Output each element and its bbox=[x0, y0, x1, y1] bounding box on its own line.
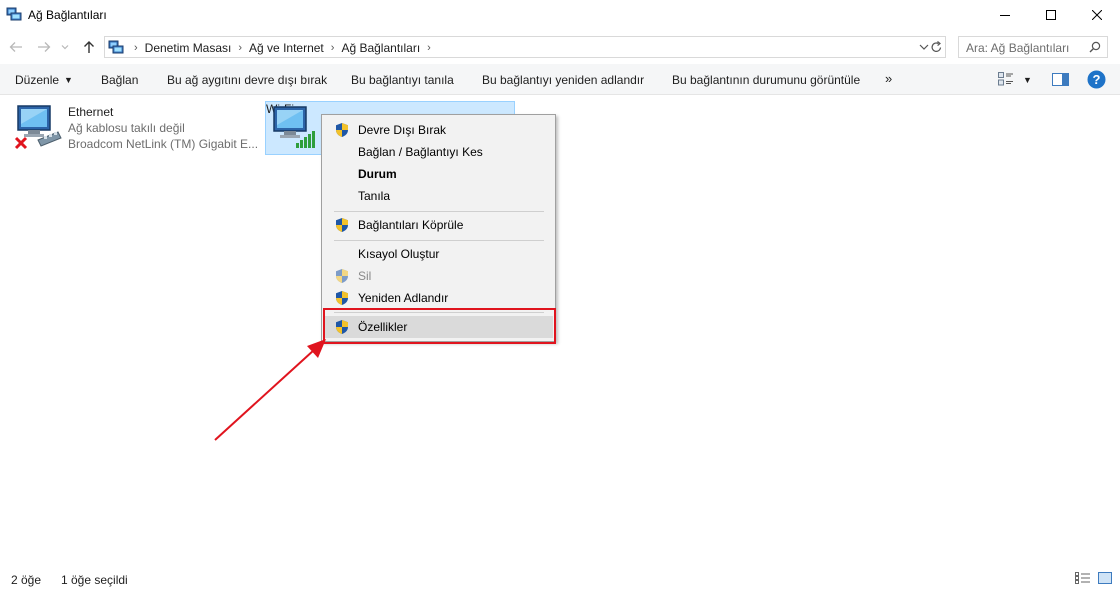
maximize-icon bbox=[1046, 10, 1056, 20]
uac-shield-icon bbox=[336, 123, 348, 137]
navigation-bar: › Denetim Masası › Ağ ve Internet › Ağ B… bbox=[0, 32, 1120, 62]
uac-shield-icon bbox=[336, 218, 348, 232]
recent-locations-button[interactable] bbox=[58, 36, 72, 58]
breadcrumb-separator[interactable]: › bbox=[238, 42, 242, 54]
breadcrumb-separator[interactable]: › bbox=[427, 42, 431, 54]
refresh-button[interactable] bbox=[930, 40, 943, 57]
close-button[interactable] bbox=[1074, 0, 1120, 30]
wifi-signal-icon bbox=[273, 106, 315, 148]
menu-item-disable[interactable]: Devre Dışı Bırak bbox=[324, 119, 553, 141]
details-view-icon[interactable] bbox=[1075, 572, 1091, 584]
minimize-icon bbox=[1000, 15, 1010, 16]
preview-pane-icon[interactable] bbox=[1052, 73, 1069, 86]
address-dropdown-button[interactable] bbox=[919, 40, 929, 57]
network-connections-icon bbox=[108, 40, 124, 54]
connection-name: Ethernet bbox=[68, 105, 114, 119]
breadcrumb-item-control-panel[interactable]: Denetim Masası bbox=[145, 41, 232, 55]
menu-item-diagnose[interactable]: Tanıla bbox=[324, 185, 553, 207]
menu-item-label: Durum bbox=[358, 167, 397, 181]
menu-item-rename[interactable]: Yeniden Adlandır bbox=[324, 287, 553, 309]
menu-item-label: Sil bbox=[358, 269, 372, 283]
menu-item-label: Devre Dışı Bırak bbox=[358, 123, 447, 137]
diagnose-button[interactable]: Bu bağlantıyı tanıla bbox=[351, 73, 454, 87]
uac-shield-icon bbox=[336, 291, 348, 305]
refresh-icon bbox=[931, 41, 942, 52]
caret-down-icon: ▼ bbox=[64, 75, 73, 85]
connection-status: Ağ kablosu takılı değil bbox=[68, 121, 185, 135]
chevron-down-icon bbox=[919, 44, 929, 50]
connect-button[interactable]: Bağlan bbox=[101, 73, 138, 87]
breadcrumb-item-network-internet[interactable]: Ağ ve Internet bbox=[249, 41, 324, 55]
menu-separator bbox=[334, 240, 544, 241]
breadcrumb: › Denetim Masası › Ağ ve Internet › Ağ B… bbox=[127, 41, 438, 55]
connection-item-ethernet[interactable]: Ethernet Ağ kablosu takılı değil Broadco… bbox=[12, 100, 262, 156]
menu-item-create-shortcut[interactable]: Kısayol Oluştur bbox=[324, 243, 553, 265]
menu-item-label: Bağlan / Bağlantıyı Kes bbox=[358, 145, 483, 159]
view-status-button[interactable]: Bu bağlantının durumunu görüntüle bbox=[672, 73, 860, 87]
breadcrumb-separator[interactable]: › bbox=[331, 42, 335, 54]
organize-label: Düzenle bbox=[15, 73, 60, 87]
view-options-dropdown[interactable]: ▼ bbox=[1023, 75, 1032, 85]
status-bar: 2 öğe 1 öğe seçildi bbox=[0, 566, 1120, 591]
selected-count: 1 öğe seçildi bbox=[61, 573, 128, 587]
help-icon[interactable]: ? bbox=[1087, 70, 1106, 89]
menu-item-status[interactable]: Durum bbox=[324, 163, 553, 185]
arrow-right-icon bbox=[38, 42, 51, 52]
address-bar[interactable]: › Denetim Masası › Ağ ve Internet › Ağ B… bbox=[104, 36, 946, 58]
organize-menu-button[interactable]: Düzenle ▼ bbox=[15, 73, 73, 87]
disable-device-button[interactable]: Bu ağ aygıtını devre dışı bırak bbox=[167, 73, 327, 87]
command-bar: Düzenle ▼ Bağlan Bu ağ aygıtını devre dış… bbox=[0, 64, 1120, 95]
minimize-button[interactable] bbox=[982, 0, 1028, 30]
connection-device: Broadcom NetLink (TM) Gigabit E... bbox=[68, 137, 259, 151]
menu-item-label: Tanıla bbox=[358, 189, 391, 203]
close-icon bbox=[1092, 10, 1102, 20]
arrow-up-icon bbox=[84, 41, 94, 53]
rename-button[interactable]: Bu bağlantıyı yeniden adlandır bbox=[482, 73, 644, 87]
item-count: 2 öğe bbox=[11, 573, 42, 587]
menu-item-label: Kısayol Oluştur bbox=[358, 247, 440, 261]
menu-item-bridge-connections[interactable]: Bağlantıları Köprüle bbox=[324, 214, 553, 236]
network-connections-icon bbox=[6, 7, 22, 21]
annotation-highlight-box bbox=[323, 308, 556, 344]
large-icons-view-icon[interactable] bbox=[1098, 572, 1112, 584]
uac-shield-icon bbox=[336, 269, 348, 283]
more-commands-button[interactable]: » bbox=[885, 71, 892, 86]
menu-item-connect-disconnect[interactable]: Bağlan / Bağlantıyı Kes bbox=[324, 141, 553, 163]
breadcrumb-separator: › bbox=[134, 42, 138, 54]
breadcrumb-item-network-connections[interactable]: Ağ Bağlantıları bbox=[341, 41, 420, 55]
back-button[interactable] bbox=[5, 36, 27, 58]
ethernet-disconnected-icon bbox=[14, 105, 62, 150]
search-icon bbox=[1089, 41, 1101, 53]
menu-item-label: Yeniden Adlandır bbox=[358, 291, 449, 305]
menu-item-label: Bağlantıları Köprüle bbox=[358, 218, 464, 232]
title-bar: Ağ Bağlantıları bbox=[0, 0, 1120, 30]
search-placeholder: Ara: Ağ Bağlantıları bbox=[966, 41, 1070, 55]
search-input[interactable]: Ara: Ağ Bağlantıları bbox=[958, 36, 1108, 58]
chevron-down-icon bbox=[61, 45, 69, 50]
menu-item-delete: Sil bbox=[324, 265, 553, 287]
svg-text:?: ? bbox=[1093, 72, 1101, 87]
up-button[interactable] bbox=[78, 36, 100, 58]
menu-separator bbox=[334, 211, 544, 212]
forward-button[interactable] bbox=[33, 36, 55, 58]
window-title: Ağ Bağlantıları bbox=[28, 8, 107, 22]
arrow-left-icon bbox=[9, 42, 22, 52]
maximize-button[interactable] bbox=[1028, 0, 1074, 30]
change-view-icon[interactable] bbox=[998, 72, 1014, 86]
